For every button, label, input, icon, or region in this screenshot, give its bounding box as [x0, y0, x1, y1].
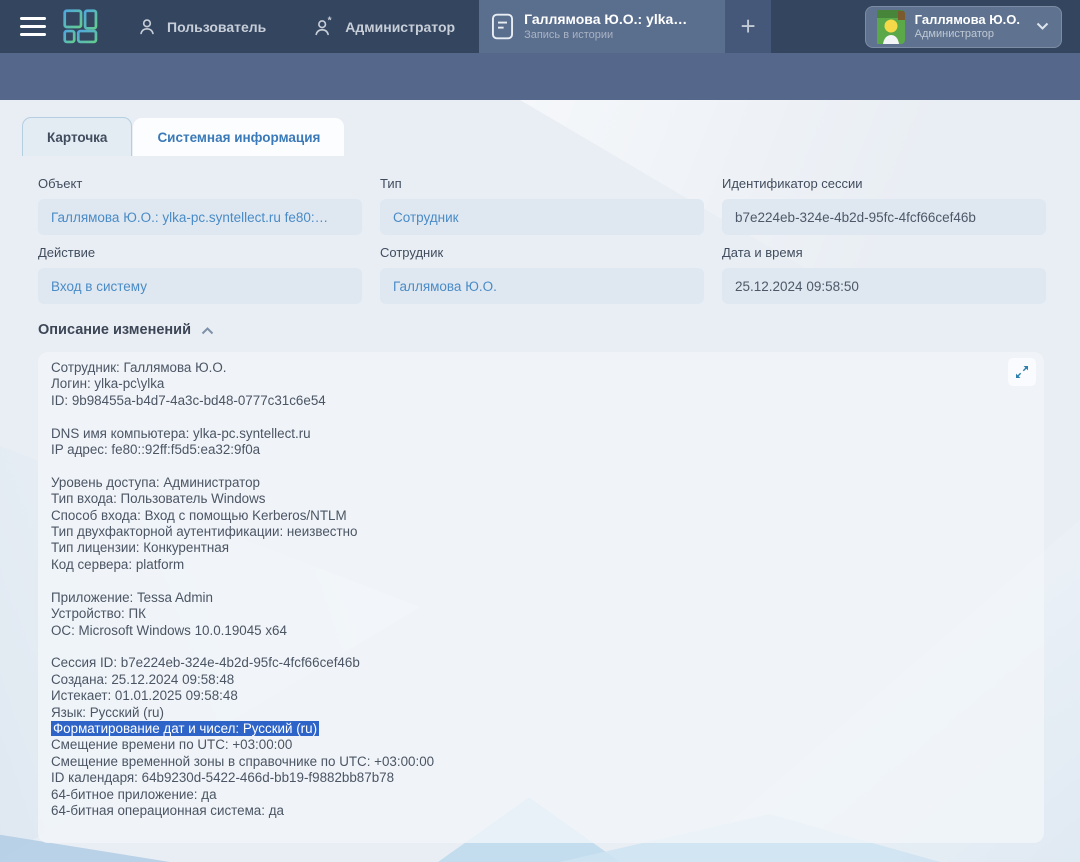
card-tab-strip: Карточка Системная информация — [22, 117, 344, 156]
description-line: ID: 9b98455a-b4d7-4a3c-bd48-0777c31c6e54 — [51, 393, 996, 409]
fields-grid: Объект Галлямова Ю.О.: ylka-pc.syntellec… — [38, 176, 1047, 304]
field-label: Объект — [38, 176, 362, 191]
field-type: Тип Сотрудник — [380, 176, 704, 235]
description-line: DNS имя компьютера: ylka-pc.syntellect.r… — [51, 426, 996, 442]
tab-card-label: Карточка — [47, 130, 107, 145]
description-line: Создана: 25.12.2024 09:58:48 — [51, 672, 996, 688]
tab-user[interactable]: Пользователь — [132, 0, 270, 53]
selected-text: Форматирование дат и чисел: Русский (ru) — [51, 721, 319, 736]
field-type-box[interactable]: Сотрудник — [380, 199, 704, 235]
field-action: Действие Вход в систему — [38, 245, 362, 304]
field-label: Идентификатор сессии — [722, 176, 1046, 191]
tab-system-info[interactable]: Системная информация — [133, 118, 344, 156]
description-line: IP адрес: fe80::92ff:f5d5:ea32:9f0a — [51, 442, 996, 458]
chevron-down-icon — [1036, 22, 1049, 31]
field-session-id-box[interactable]: b7e224eb-324e-4b2d-95fc-4fcf66cef46b — [722, 199, 1046, 235]
description-line: Код сервера: platform — [51, 557, 996, 573]
description-line — [51, 573, 996, 589]
description-line: Устройство: ПК — [51, 606, 996, 622]
description-line: Сессия ID: b7e224eb-324e-4b2d-95fc-4fcf6… — [51, 655, 996, 671]
description-line: Тип двухфакторной аутентификации: неизве… — [51, 524, 996, 540]
field-action-box[interactable]: Вход в систему — [38, 268, 362, 304]
description-line — [51, 458, 996, 474]
field-session-id: Идентификатор сессии b7e224eb-324e-4b2d-… — [722, 176, 1046, 235]
description-line: Форматирование дат и чисел: Русский (ru) — [51, 721, 996, 737]
field-label: Тип — [380, 176, 704, 191]
svg-text:*: * — [328, 16, 332, 26]
description-line: Язык: Русский (ru) — [51, 705, 996, 721]
description-line — [51, 639, 996, 655]
user-role: Администратор — [915, 28, 1020, 41]
top-bar: Пользователь * Администратор Галлямова Ю… — [0, 0, 1080, 53]
app-window: Пользователь * Администратор Галлямова Ю… — [0, 0, 1080, 862]
description-line: Сотрудник: Галлямова Ю.О. — [51, 360, 996, 376]
description-line: Смещение временной зоны в справочнике по… — [51, 754, 996, 770]
description-line: Тип входа: Пользователь Windows — [51, 491, 996, 507]
field-session-id-value: b7e224eb-324e-4b2d-95fc-4fcf66cef46b — [735, 210, 976, 225]
user-name: Галлямова Ю.О. — [915, 12, 1020, 28]
document-icon — [491, 13, 514, 40]
card-content: Карточка Системная информация Объект Гал… — [0, 100, 1080, 862]
description-line: Смещение времени по UTC: +03:00:00 — [51, 737, 996, 753]
tab-card[interactable]: Карточка — [22, 117, 132, 156]
section-title: Описание изменений — [38, 322, 191, 338]
description-line: Способ входа: Вход с помощью Kerberos/NT… — [51, 508, 996, 524]
description-line: Логин: ylka-pc\ylka — [51, 376, 996, 392]
hamburger-menu-icon[interactable] — [20, 0, 46, 53]
plus-icon: + — [740, 11, 755, 42]
field-object-value[interactable]: Галлямова Ю.О.: ylka-pc.syntellect.ru fe… — [51, 210, 328, 225]
field-label: Сотрудник — [380, 245, 704, 260]
tab-administrator-label: Администратор — [345, 19, 455, 35]
field-label: Действие — [38, 245, 362, 260]
person-icon — [136, 16, 158, 38]
field-action-value[interactable]: Вход в систему — [51, 279, 147, 294]
description-line: ОС: Microsoft Windows 10.0.19045 x64 — [51, 623, 996, 639]
active-tab-subtitle: Запись в истории — [524, 29, 687, 42]
description-line: 64-битная операционная система: да — [51, 803, 996, 819]
active-tab-title: Галлямова Ю.О.: ylka… — [524, 11, 687, 28]
description-line: 64-битное приложение: да — [51, 787, 996, 803]
field-label: Дата и время — [722, 245, 1046, 260]
field-employee: Сотрудник Галлямова Ю.О. — [380, 245, 704, 304]
tab-system-info-label: Системная информация — [157, 130, 320, 145]
description-line: Истекает: 01.01.2025 09:58:48 — [51, 688, 996, 704]
field-employee-value[interactable]: Галлямова Ю.О. — [393, 279, 497, 294]
user-menu[interactable]: Галлямова Ю.О. Администратор — [865, 6, 1062, 48]
field-object-box[interactable]: Галлямова Ю.О.: ylka-pc.syntellect.ru fe… — [38, 199, 362, 235]
expand-button[interactable] — [1008, 358, 1036, 386]
field-object: Объект Галлямова Ю.О.: ylka-pc.syntellec… — [38, 176, 362, 235]
grid-apps-icon — [62, 8, 100, 46]
field-datetime: Дата и время 25.12.2024 09:58:50 — [722, 245, 1046, 304]
avatar — [871, 10, 905, 44]
description-panel: Сотрудник: Галлямова Ю.О.Логин: ylka-pc\… — [38, 352, 1044, 843]
new-tab-button[interactable]: + — [725, 0, 771, 53]
field-datetime-box[interactable]: 25.12.2024 09:58:50 — [722, 268, 1046, 304]
tab-administrator[interactable]: * Администратор — [308, 0, 459, 53]
tab-history-record-active[interactable]: Галлямова Ю.О.: ylka… Запись в истории — [479, 0, 725, 53]
description-text[interactable]: Сотрудник: Галлямова Ю.О.Логин: ylka-pc\… — [51, 360, 996, 819]
chevron-up-icon — [201, 326, 214, 335]
description-line: Приложение: Tessa Admin — [51, 590, 996, 606]
description-line: ID календаря: 64b9230d-5422-466d-bb19-f9… — [51, 770, 996, 786]
description-line: Тип лицензии: Конкурентная — [51, 540, 996, 556]
description-line — [51, 409, 996, 425]
expand-arrows-icon — [1014, 364, 1030, 380]
section-description-header[interactable]: Описание изменений — [38, 322, 214, 338]
toolbar-band — [0, 53, 1080, 100]
tab-user-label: Пользователь — [167, 19, 266, 35]
field-type-value[interactable]: Сотрудник — [393, 210, 459, 225]
field-employee-box[interactable]: Галлямова Ю.О. — [380, 268, 704, 304]
person-star-icon: * — [312, 16, 336, 38]
workspaces-button[interactable] — [62, 0, 100, 53]
field-datetime-value: 25.12.2024 09:58:50 — [735, 279, 859, 294]
description-line: Уровень доступа: Администратор — [51, 475, 996, 491]
